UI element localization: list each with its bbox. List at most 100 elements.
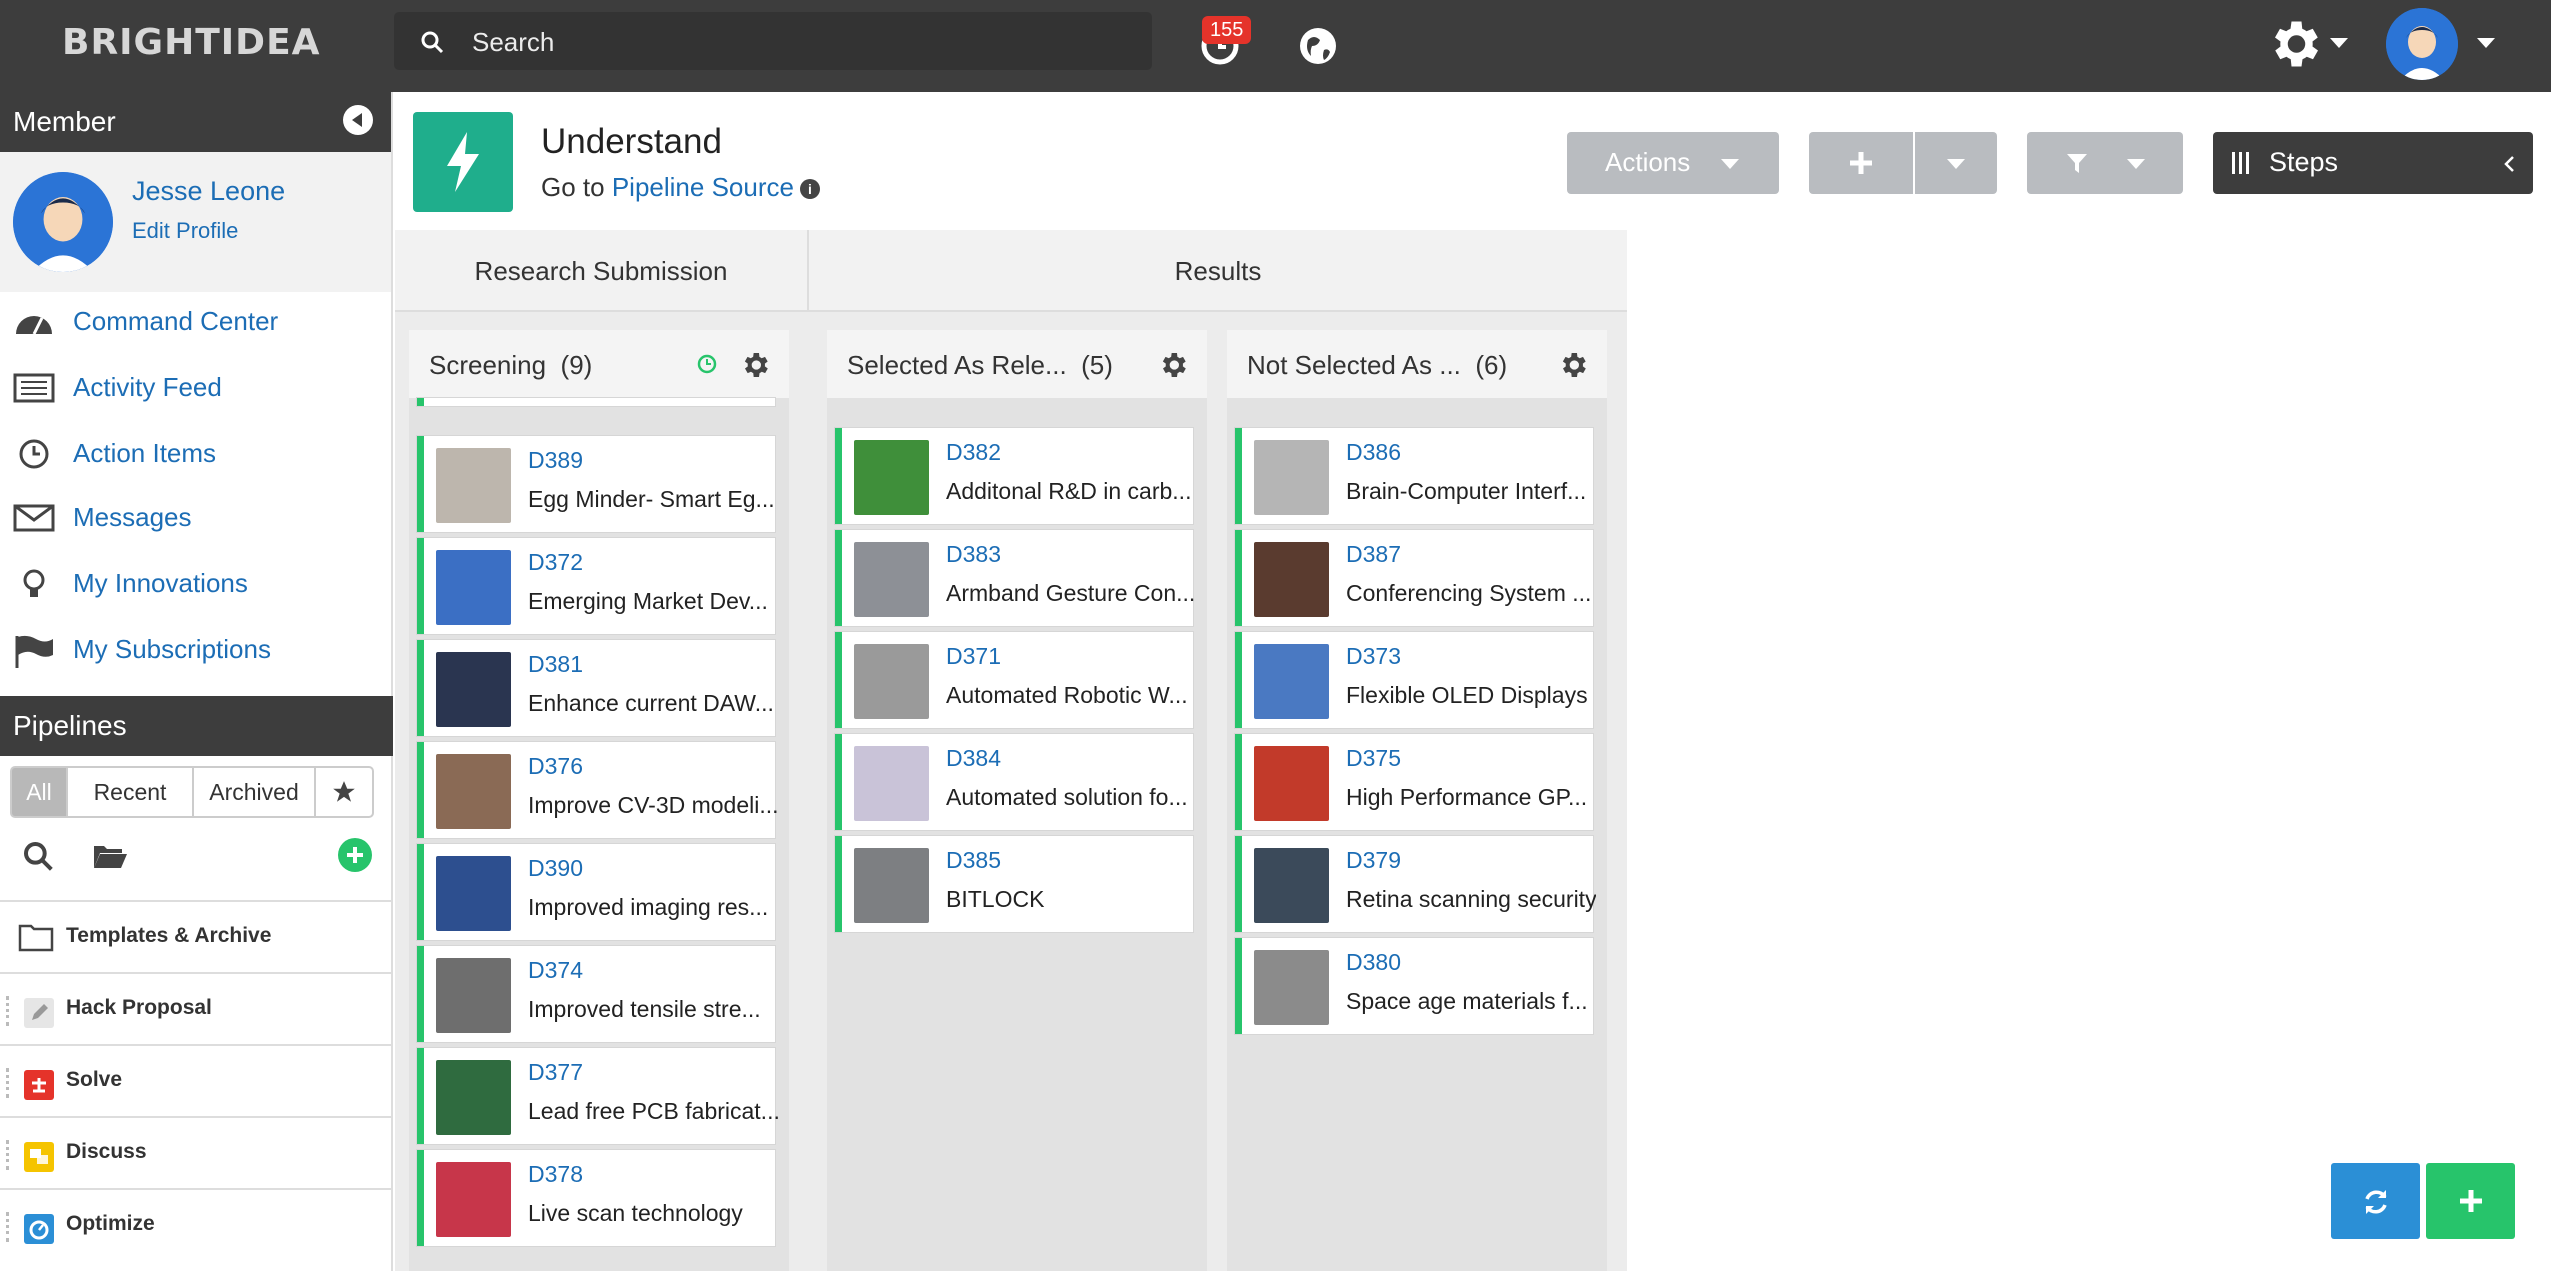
plus-icon	[2460, 1190, 2482, 1212]
filter-starred-tab[interactable]	[314, 766, 374, 818]
drag-handle-icon[interactable]	[6, 1068, 14, 1098]
edit-profile-link[interactable]: Edit Profile	[132, 218, 238, 244]
idea-card[interactable]: D378 Live scan technology	[417, 1150, 775, 1246]
idea-card[interactable]: D376 Improve CV-3D modeli...	[417, 742, 778, 838]
idea-card[interactable]: D379 Retina scanning security	[1235, 836, 1596, 932]
nav-my-subscriptions[interactable]: My Subscriptions	[0, 622, 390, 678]
idea-id[interactable]: D384	[946, 745, 1001, 772]
add-pipeline-icon[interactable]	[338, 838, 372, 872]
collapse-sidebar-icon[interactable]	[343, 105, 373, 135]
idea-thumbnail	[436, 856, 511, 931]
lane-settings-gear-icon[interactable]	[1557, 349, 1589, 381]
pipeline-optimize[interactable]: Optimize	[0, 1188, 393, 1260]
idea-card[interactable]: D384 Automated solution fo...	[835, 734, 1193, 830]
idea-card[interactable]: D381 Enhance current DAW...	[417, 640, 775, 736]
idea-id[interactable]: D385	[946, 847, 1001, 874]
clock-icon	[19, 439, 49, 469]
lane-settings-gear-icon[interactable]	[1157, 349, 1189, 381]
idea-id[interactable]: D387	[1346, 541, 1401, 568]
lane-title-text: Screening	[429, 350, 547, 380]
nav-action-items[interactable]: Action Items	[0, 426, 390, 482]
chevron-down-icon	[1947, 159, 1965, 169]
refresh-button[interactable]	[2331, 1163, 2420, 1239]
settings-gear-icon[interactable]	[2264, 14, 2324, 74]
search-box[interactable]: Search	[394, 12, 1152, 70]
search-pipelines-icon[interactable]	[22, 840, 54, 872]
idea-id[interactable]: D377	[528, 1059, 583, 1086]
brand-logo[interactable]: BRIGHTIDEA	[62, 22, 321, 63]
actions-button[interactable]: Actions	[1567, 132, 1779, 194]
idea-card[interactable]: D375 High Performance GP...	[1235, 734, 1593, 830]
card-partial[interactable]	[417, 398, 775, 406]
idea-card[interactable]: D387 Conferencing System ...	[1235, 530, 1593, 626]
idea-card[interactable]: D382 Additonal R&D in carb...	[835, 428, 1193, 524]
nav-my-innovations[interactable]: My Innovations	[0, 556, 390, 612]
columns-icon	[2232, 152, 2249, 174]
idea-id[interactable]: D381	[528, 651, 583, 678]
idea-card[interactable]: D377 Lead free PCB fabricat...	[417, 1048, 778, 1144]
idea-id[interactable]: D386	[1346, 439, 1401, 466]
filter-all-tab[interactable]: All	[10, 766, 68, 818]
pipeline-solve[interactable]: Solve	[0, 1044, 393, 1116]
drag-handle-icon[interactable]	[6, 1212, 14, 1242]
settings-dropdown-caret[interactable]	[2330, 38, 2348, 48]
idea-id[interactable]: D376	[528, 753, 583, 780]
lane-title: Not Selected As ... (6)	[1247, 350, 1507, 381]
globe-icon[interactable]	[1298, 26, 1338, 66]
filter-archived-tab[interactable]: Archived	[192, 766, 316, 818]
idea-card[interactable]: D371 Automated Robotic W...	[835, 632, 1193, 728]
pipeline-source-link[interactable]: Pipeline Source	[612, 172, 794, 202]
idea-id[interactable]: D379	[1346, 847, 1401, 874]
idea-card[interactable]: D373 Flexible OLED Displays	[1235, 632, 1593, 728]
idea-id[interactable]: D374	[528, 957, 583, 984]
idea-card[interactable]: D390 Improved imaging res...	[417, 844, 775, 940]
lane-settings-gear-icon[interactable]	[739, 349, 771, 381]
drag-handle-icon[interactable]	[6, 1140, 14, 1170]
idea-id[interactable]: D373	[1346, 643, 1401, 670]
drag-handle-icon[interactable]	[6, 996, 14, 1026]
idea-id[interactable]: D378	[528, 1161, 583, 1188]
add-item-button[interactable]	[1809, 132, 1913, 194]
timer-icon	[697, 354, 717, 374]
idea-card[interactable]: D389 Egg Minder- Smart Eg...	[417, 436, 775, 532]
add-idea-button[interactable]	[2426, 1163, 2515, 1239]
idea-id[interactable]: D389	[528, 447, 583, 474]
nav-messages[interactable]: Messages	[0, 490, 390, 546]
filter-recent-tab[interactable]: Recent	[66, 766, 194, 818]
profile-avatar[interactable]	[13, 172, 113, 272]
nav-command-center[interactable]: Command Center	[0, 294, 390, 350]
idea-card[interactable]: D372 Emerging Market Dev...	[417, 538, 775, 634]
idea-card[interactable]: D380 Space age materials f...	[1235, 938, 1593, 1034]
idea-card[interactable]: D374 Improved tensile stre...	[417, 946, 775, 1042]
nav-activity-feed[interactable]: Activity Feed	[0, 360, 390, 416]
user-avatar[interactable]	[2386, 8, 2458, 80]
idea-card[interactable]: D385 BITLOCK	[835, 836, 1193, 932]
templates-archive-row[interactable]: Templates & Archive	[0, 900, 393, 972]
pipeline-label: Hack Proposal	[66, 996, 212, 1019]
idea-card[interactable]: D383 Armband Gesture Con...	[835, 530, 1195, 626]
idea-id[interactable]: D375	[1346, 745, 1401, 772]
idea-card[interactable]: D386 Brain-Computer Interf...	[1235, 428, 1593, 524]
pipeline-hack-proposal[interactable]: Hack Proposal	[0, 972, 393, 1044]
pipeline-board: Research Submission Results Screening (9…	[395, 230, 1627, 1271]
idea-id[interactable]: D371	[946, 643, 1001, 670]
folder-open-icon[interactable]	[92, 840, 128, 872]
filter-button[interactable]	[2027, 132, 2183, 194]
column-research-submission: Research Submission	[395, 230, 809, 312]
idea-thumbnail	[1254, 440, 1329, 515]
idea-id[interactable]: D380	[1346, 949, 1401, 976]
info-icon[interactable]: i	[799, 179, 820, 199]
profile-name[interactable]: Jesse Leone	[132, 176, 285, 207]
add-item-dropdown[interactable]	[1915, 132, 1997, 194]
nav-label: Action Items	[73, 438, 217, 468]
chevron-left-icon	[2504, 156, 2514, 172]
idea-id[interactable]: D382	[946, 439, 1001, 466]
idea-id[interactable]: D390	[528, 855, 583, 882]
idea-id[interactable]: D372	[528, 549, 583, 576]
pipeline-discuss[interactable]: Discuss	[0, 1116, 393, 1188]
idea-id[interactable]: D383	[946, 541, 1001, 568]
steps-panel-toggle[interactable]: Steps	[2213, 132, 2533, 194]
idea-title: Automated Robotic W...	[946, 682, 1188, 708]
pipeline-label: Solve	[66, 1068, 123, 1091]
user-dropdown-caret[interactable]	[2477, 38, 2495, 48]
